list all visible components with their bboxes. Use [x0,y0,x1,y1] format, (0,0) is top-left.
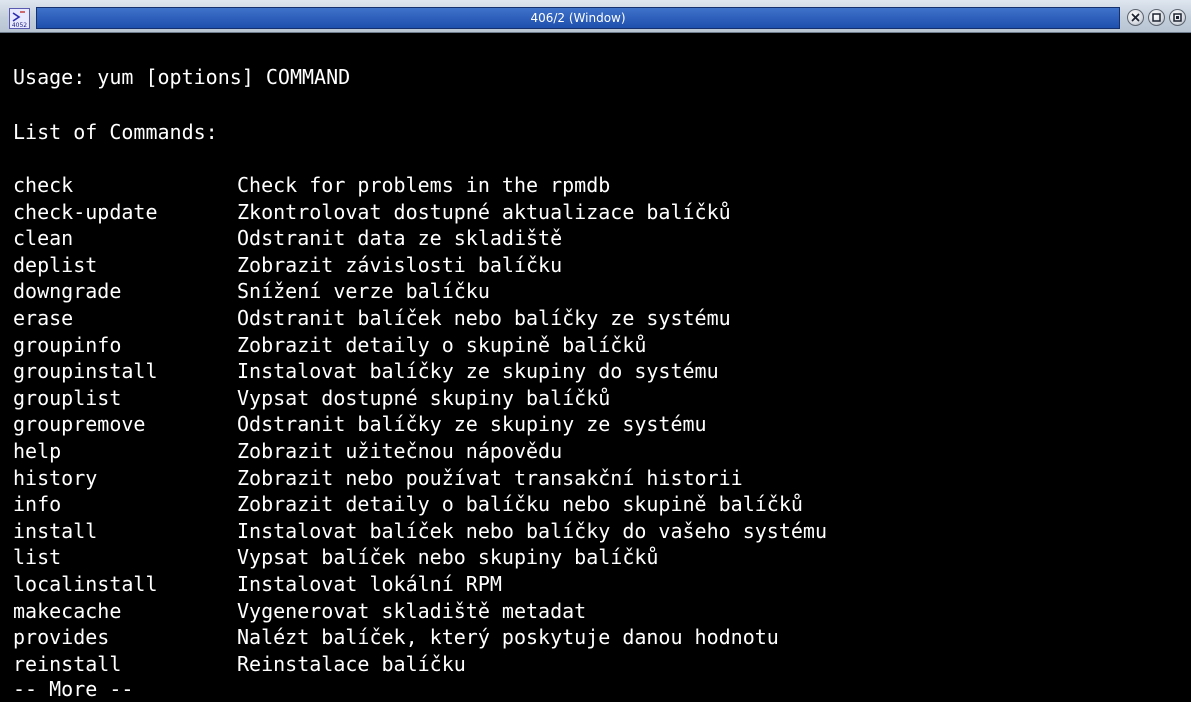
command-name: erase [13,306,74,330]
terminal-window: 4052 406/2 (Window) Usage: yum [options]… [0,0,1191,702]
command-description: Snížení verze balíčku [237,279,490,304]
command-row: erase Odstranit balíček nebo balíčky ze s… [13,305,1183,332]
command-row: groupremove Odstranit balíčky ze skupiny … [13,411,1183,438]
list-heading: List of Commands: [13,120,218,144]
command-name: check [13,173,74,197]
command-name: clean [13,226,74,251]
command-description: Reinstalace balíčku [237,651,466,676]
window-title: 406/2 (Window) [530,11,626,25]
command-description: Odstranit data ze skladiště [237,226,563,251]
command-name: check-update [13,199,158,224]
command-description: Instalovat balíček nebo balíčky do vašeh… [237,518,828,543]
command-name: groupinstall [13,359,158,384]
command-row: reinstall Reinstalace balíčku [13,651,1183,678]
command-row: history Zobrazit nebo používat transakční… [13,465,1183,492]
usage-line: Usage: yum [options] COMMAND [13,65,351,89]
more-prompt[interactable]: -- More -- [13,676,134,702]
command-description: Zobrazit detaily o balíčku nebo skupině … [237,492,803,517]
command-description: Zobrazit závislosti balíčku [237,252,563,277]
terminal-output[interactable]: Usage: yum [options] COMMAND List of Com… [0,33,1191,702]
command-row: install Instalovat balíček nebo balíčky d… [13,518,1183,545]
command-row: makecache Vygenerovat skladiště metadat [13,598,1183,625]
command-description: Vygenerovat skladiště metadat [237,598,587,623]
command-row: list Vypsat balíček nebo skupiny balíčků [13,544,1183,571]
command-name: info [13,492,62,517]
command-name: list [13,545,62,570]
command-description: Odstranit balíčky ze skupiny ze systému [237,412,707,437]
command-name: groupinfo [13,332,122,357]
command-name: deplist [13,252,98,277]
command-row: localinstall Instalovat lokální RPM [13,571,1183,598]
shade-button[interactable] [1169,9,1186,26]
command-row: downgrade Snížení verze balíčku [13,278,1183,305]
command-row: clean Odstranit data ze skladiště [13,225,1183,252]
command-name: grouplist [13,385,122,410]
close-button[interactable] [1127,9,1144,26]
command-description: Vypsat dostupné skupiny balíčků [237,385,611,410]
command-name: install [13,518,98,543]
command-row: info Zobrazit detaily o balíčku nebo skup… [13,491,1183,518]
command-row: check Check for problems in the rpmdb [13,172,1183,199]
command-description: Instalovat lokální RPM [237,572,502,596]
command-description: Nalézt balíček, který poskytuje danou ho… [237,625,779,650]
command-name: history [13,465,98,490]
window-title-field[interactable]: 406/2 (Window) [36,7,1120,29]
command-name: groupremove [13,412,146,437]
close-icon [1131,13,1140,22]
command-row: help Zobrazit užitečnou nápovědu [13,438,1183,465]
command-row: grouplist Vypsat dostupné skupiny balíčků [13,385,1183,412]
command-row: groupinfo Zobrazit detaily o skupině balí… [13,332,1183,359]
maximize-button[interactable] [1148,9,1165,26]
shade-icon [1173,13,1182,22]
command-name: provides [13,625,110,650]
command-row: deplist Zobrazit závislosti balíčku [13,252,1183,279]
maximize-icon [1152,13,1161,22]
command-name: localinstall [13,572,158,596]
command-name: downgrade [13,279,122,304]
command-description: Instalovat balíčky ze skupiny do systému [237,359,719,384]
app-icon-label: 4052 [11,22,28,29]
command-description: Zobrazit užitečnou nápovědu [237,439,563,463]
command-name: makecache [13,598,122,623]
command-description: Zkontrolovat dostupné aktualizace balíčk… [237,199,731,224]
command-description: Zobrazit detaily o skupině balíčků [237,332,647,357]
title-bar[interactable]: 4052 406/2 (Window) [0,0,1191,33]
command-description: Check for problems in the rpmdb [237,173,611,197]
command-description: Zobrazit nebo používat transakční histor… [237,465,743,490]
terminal-app-icon[interactable]: 4052 [9,8,30,29]
command-name: reinstall [13,651,122,676]
command-row: check-update Zkontrolovat dostupné aktual… [13,199,1183,226]
command-row: provides Nalézt balíček, který poskytuje … [13,624,1183,651]
command-description: Odstranit balíček nebo balíčky ze systém… [237,306,731,330]
command-description: Vypsat balíček nebo skupiny balíčků [237,545,659,570]
command-row: groupinstall Instalovat balíčky ze skupin… [13,358,1183,385]
command-name: help [13,439,62,463]
